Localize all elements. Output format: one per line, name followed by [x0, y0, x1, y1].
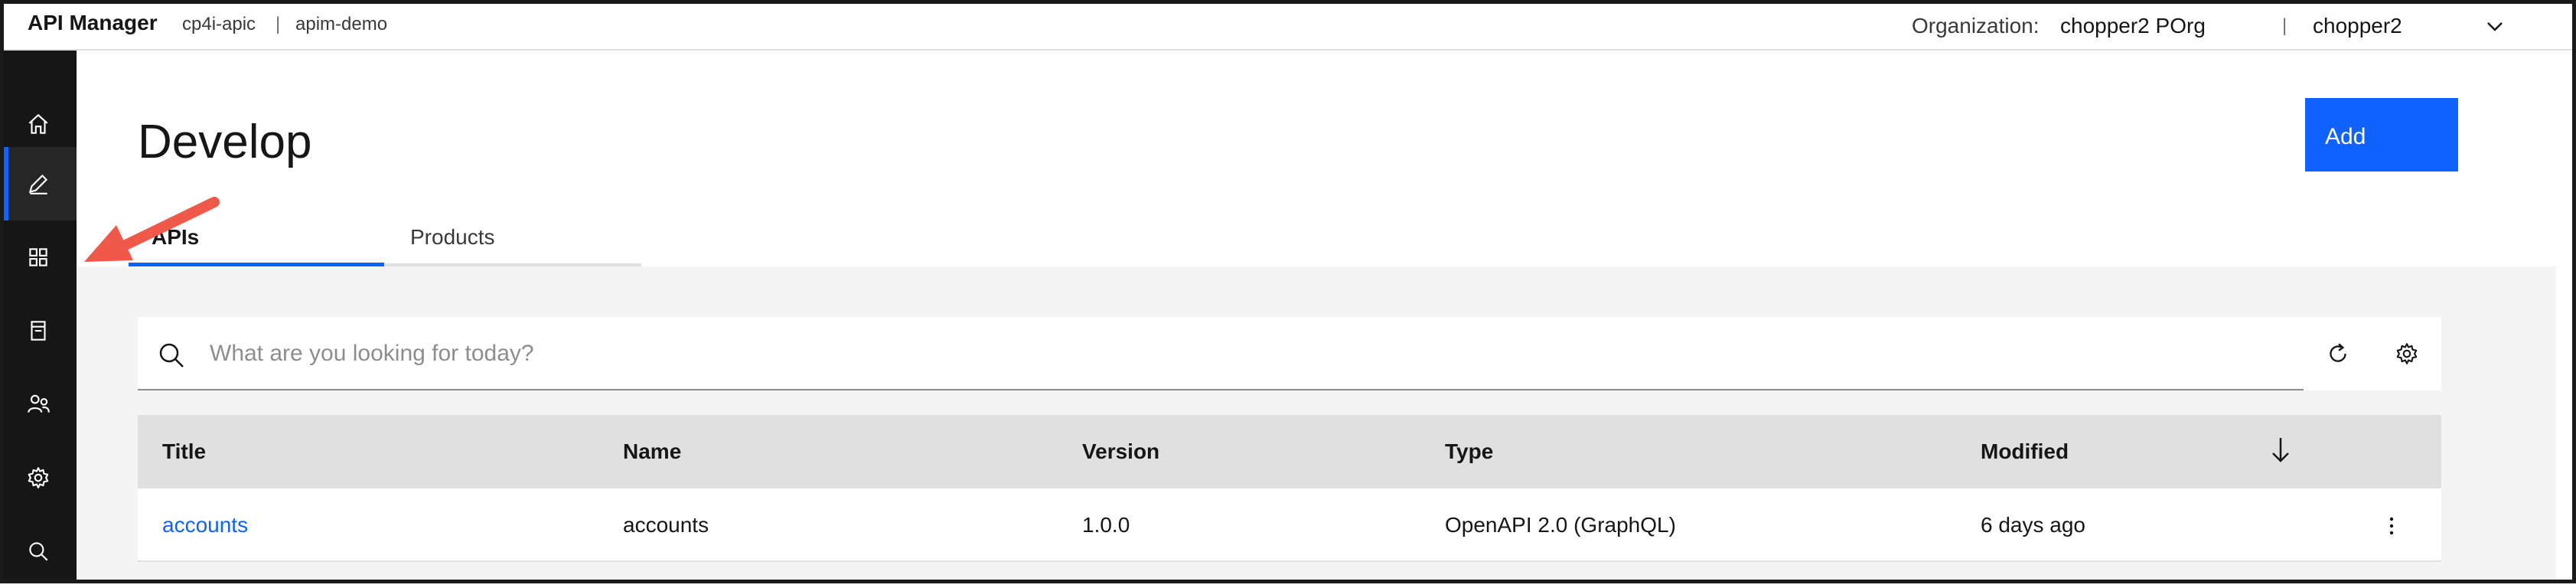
- breadcrumb-separator: |: [276, 14, 281, 34]
- chevron-down-icon[interactable]: [2484, 15, 2506, 37]
- catalog-name: apim-demo: [295, 14, 388, 34]
- column-header-type[interactable]: Type: [1445, 439, 1493, 464]
- nav-catalog[interactable]: [0, 294, 77, 368]
- column-header-title[interactable]: Title: [162, 439, 206, 464]
- api-modified: 6 days ago: [1981, 513, 2085, 537]
- edit-icon: [28, 174, 48, 194]
- nav-search[interactable]: [0, 514, 77, 588]
- api-version: 1.0.0: [1082, 513, 1130, 537]
- nav-settings[interactable]: [0, 441, 77, 514]
- table-settings-button[interactable]: [2372, 317, 2441, 390]
- organization-value[interactable]: chopper2 POrg: [2060, 14, 2206, 38]
- column-header-version[interactable]: Version: [1082, 439, 1159, 464]
- nav-develop[interactable]: [0, 147, 77, 220]
- table-row: accounts accounts 1.0.0 OpenAPI 2.0 (Gra…: [138, 488, 2441, 562]
- page-title: Develop: [138, 116, 312, 168]
- settings-icon: [2396, 343, 2418, 364]
- table-header: Title Name Version Type Modified: [138, 415, 2441, 488]
- api-type: OpenAPI 2.0 (GraphQL): [1445, 513, 1676, 537]
- grid-icon: [29, 248, 47, 266]
- search-input[interactable]: [208, 334, 2354, 374]
- search-icon: [159, 343, 184, 368]
- api-name: accounts: [623, 513, 709, 537]
- settings-icon: [28, 467, 49, 488]
- api-title-link[interactable]: accounts: [162, 513, 248, 537]
- nav-members[interactable]: [0, 368, 77, 441]
- organization-label: Organization:: [1912, 14, 2040, 38]
- refresh-button[interactable]: [2304, 317, 2372, 390]
- top-header: API Manager cp4i-apic | apim-demo Organi…: [0, 0, 2576, 51]
- column-header-name[interactable]: Name: [623, 439, 681, 464]
- add-button[interactable]: Add: [2305, 98, 2458, 172]
- column-header-modified[interactable]: Modified: [1981, 439, 2069, 464]
- search-bar: [138, 317, 2441, 390]
- home-icon: [28, 113, 48, 134]
- sort-descending-icon[interactable]: [2267, 435, 2294, 466]
- side-navigation: [0, 51, 77, 583]
- app-title[interactable]: API Manager: [28, 11, 158, 35]
- instance-name: cp4i-apic: [182, 14, 256, 34]
- refresh-icon: [2330, 343, 2346, 362]
- search-icon: [29, 542, 48, 561]
- user-menu-name[interactable]: chopper2: [2313, 14, 2402, 38]
- annotation-arrow-icon: [84, 197, 220, 262]
- nav-manage[interactable]: [0, 220, 77, 294]
- members-icon: [28, 394, 50, 413]
- catalog-icon: [31, 321, 46, 341]
- user-separator: |: [2282, 15, 2287, 36]
- tab-products[interactable]: Products: [384, 208, 641, 266]
- overflow-menu-icon[interactable]: [2380, 514, 2403, 537]
